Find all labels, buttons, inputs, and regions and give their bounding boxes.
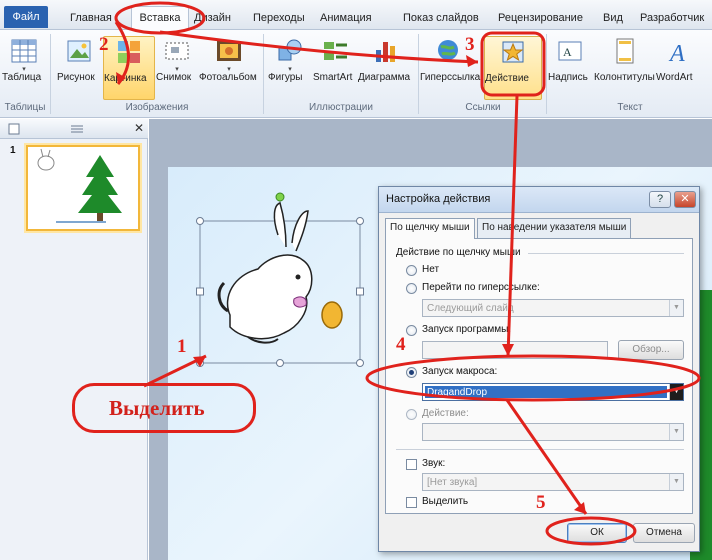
macro-select-value: DragandDrop xyxy=(427,387,488,398)
macro-select[interactable]: DragandDrop ▼ xyxy=(422,383,684,401)
picture-icon xyxy=(67,40,91,62)
group-images-label: Изображения xyxy=(125,102,189,113)
close-button[interactable]: ✕ xyxy=(674,191,696,208)
ok-button[interactable]: ОК xyxy=(567,523,627,543)
dialog-panel: Действие по щелчку мыши Нет Перейти по г… xyxy=(385,238,693,514)
radio-run-macro[interactable] xyxy=(406,367,417,378)
sound-select[interactable]: [Нет звука] ▼ xyxy=(422,473,684,491)
dialog-titlebar: Настройка действия ? ✕ xyxy=(379,187,699,213)
slides-panel: ✕ 1 xyxy=(0,119,148,560)
step-1-number: 1 xyxy=(177,336,187,357)
tab-design[interactable]: Дизайн xyxy=(194,8,231,30)
tab-transitions[interactable]: Переходы xyxy=(253,8,305,30)
shapes-icon xyxy=(278,39,302,61)
photo-album-icon xyxy=(217,41,241,61)
radio-action[interactable] xyxy=(406,409,417,420)
tab-mouse-over[interactable]: По наведении указателя мыши xyxy=(477,218,632,238)
slide-thumbnail[interactable] xyxy=(26,145,140,231)
textbox-button[interactable]: A Надпись xyxy=(548,36,592,100)
chevron-down-icon: ▼ xyxy=(669,424,683,440)
radio-hyperlink[interactable] xyxy=(406,283,417,294)
wordart-button[interactable]: A WordArt xyxy=(656,36,702,100)
highlight-label: Выделить xyxy=(422,496,469,507)
close-panel-icon[interactable]: ✕ xyxy=(134,121,144,135)
screenshot-button[interactable]: Снимок ▾ xyxy=(156,36,198,100)
action-select[interactable]: ▼ xyxy=(422,423,684,441)
radio-none[interactable] xyxy=(406,265,417,276)
tab-slideshow[interactable]: Показ слайдов xyxy=(403,8,479,30)
slides-tab-icon[interactable] xyxy=(8,123,20,135)
rabbit-picture[interactable] xyxy=(194,187,368,367)
table-icon xyxy=(11,39,37,63)
thumbnail-preview xyxy=(37,148,122,223)
radio-run-macro-label: Запуск макроса: xyxy=(422,366,498,377)
action-button[interactable]: Действие xyxy=(484,36,542,100)
header-footer-icon xyxy=(616,38,634,64)
step-3-number: 3 xyxy=(465,34,475,55)
select-callout: Выделить xyxy=(72,383,256,433)
screenshot-icon xyxy=(165,42,189,60)
chart-icon xyxy=(376,42,395,62)
tab-mouse-click[interactable]: По щелчку мыши xyxy=(385,218,475,239)
tab-animation[interactable]: Анимация xyxy=(320,8,372,30)
browse-button[interactable]: Обзор... xyxy=(618,340,684,360)
tab-developer[interactable]: Разработчик xyxy=(640,8,704,30)
action-group-label: Действие по щелчку мыши xyxy=(396,247,521,258)
clipart-icon xyxy=(118,41,140,63)
group-illustrations-label: Иллюстрации xyxy=(309,102,373,113)
header-footer-button[interactable]: Колонтитулы xyxy=(594,36,656,100)
program-path-input[interactable] xyxy=(422,341,608,359)
radio-run-program[interactable] xyxy=(406,325,417,336)
radio-hyperlink-label: Перейти по гиперссылке: xyxy=(422,282,540,293)
chevron-down-icon: ▼ xyxy=(669,384,683,400)
picture-button[interactable]: Рисунок xyxy=(57,36,101,100)
sound-label: Звук: xyxy=(422,458,446,469)
svg-text:A: A xyxy=(563,45,572,59)
tab-file[interactable]: Файл xyxy=(4,6,48,28)
group-links-label: Ссылки xyxy=(465,102,501,113)
slide-number: 1 xyxy=(10,145,16,156)
photo-album-button[interactable]: Фотоальбом ▾ xyxy=(199,36,259,100)
dialog-title: Настройка действия xyxy=(386,193,491,205)
svg-text:A: A xyxy=(668,41,685,66)
clipart-button[interactable]: Картинка xyxy=(103,36,155,100)
action-star-icon xyxy=(502,41,524,63)
radio-run-program-label: Запуск программы: xyxy=(422,324,512,335)
outline-tab-icon[interactable] xyxy=(70,123,84,135)
wordart-icon: A xyxy=(668,41,685,66)
step-2-number: 2 xyxy=(99,34,109,55)
ribbon-tab-bar: Файл Главная Вставка Дизайн Переходы Ани… xyxy=(0,0,712,30)
smartart-button[interactable]: SmartArt xyxy=(313,36,359,100)
radio-none-label: Нет xyxy=(422,264,440,275)
smartart-icon xyxy=(324,42,347,60)
tab-home[interactable]: Главная xyxy=(70,8,112,30)
chart-button[interactable]: Диаграмма xyxy=(358,36,414,100)
group-text-label: Текст xyxy=(617,102,643,113)
help-button[interactable]: ? xyxy=(649,191,671,208)
slides-panel-tabs: ✕ xyxy=(0,119,148,139)
sound-checkbox[interactable] xyxy=(406,459,417,470)
tab-insert[interactable]: Вставка xyxy=(131,6,189,30)
group-tables-label: Таблицы xyxy=(4,102,46,113)
textbox-icon: A xyxy=(558,41,582,61)
step-4-number: 4 xyxy=(396,334,406,355)
cancel-button[interactable]: Отмена xyxy=(633,523,695,543)
highlight-checkbox[interactable] xyxy=(406,497,417,508)
shapes-button[interactable]: Фигуры ▾ xyxy=(268,36,312,100)
step-5-number: 5 xyxy=(536,492,546,513)
globe-link-icon xyxy=(438,40,458,60)
tab-view[interactable]: Вид xyxy=(603,8,623,30)
chevron-down-icon: ▼ xyxy=(669,300,683,316)
hyperlink-select[interactable]: Следующий слайд ▼ xyxy=(422,299,684,317)
radio-action-label: Действие: xyxy=(422,408,469,419)
table-button[interactable]: Таблица ▾ xyxy=(2,36,46,100)
chevron-down-icon: ▼ xyxy=(669,474,683,490)
tab-review[interactable]: Рецензирование xyxy=(498,8,583,30)
